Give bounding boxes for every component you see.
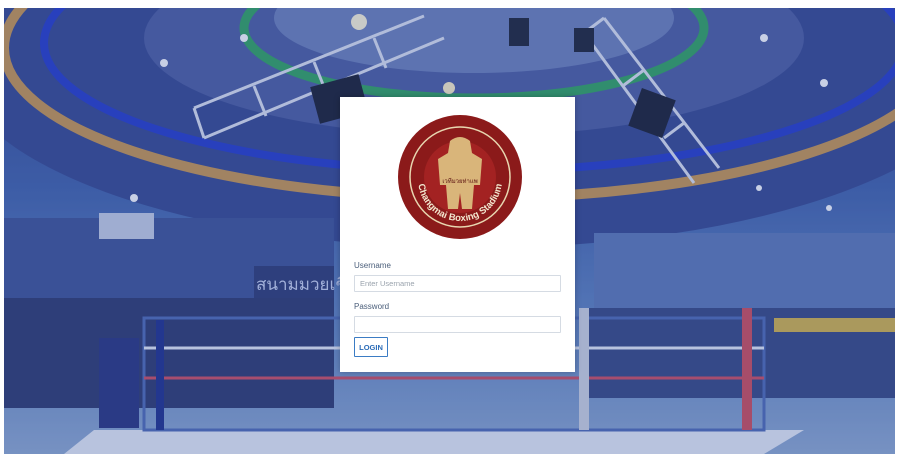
username-label: Username [354,261,391,270]
password-label: Password [354,302,390,311]
username-input[interactable] [354,275,561,292]
password-input[interactable] [354,316,561,333]
background-stadium-photo: สนามมวยเชียงใหม่ เวทีมวยท่าแพ Changmai B… [4,8,895,454]
stadium-logo: เวทีมวยท่าแพ Changmai Boxing Stadium [398,115,522,239]
login-button[interactable]: LOGIN [354,337,388,357]
login-card: เวทีมวยท่าแพ Changmai Boxing Stadium Use… [340,97,575,372]
logo-thai-text: เวทีมวยท่าแพ [442,177,477,185]
